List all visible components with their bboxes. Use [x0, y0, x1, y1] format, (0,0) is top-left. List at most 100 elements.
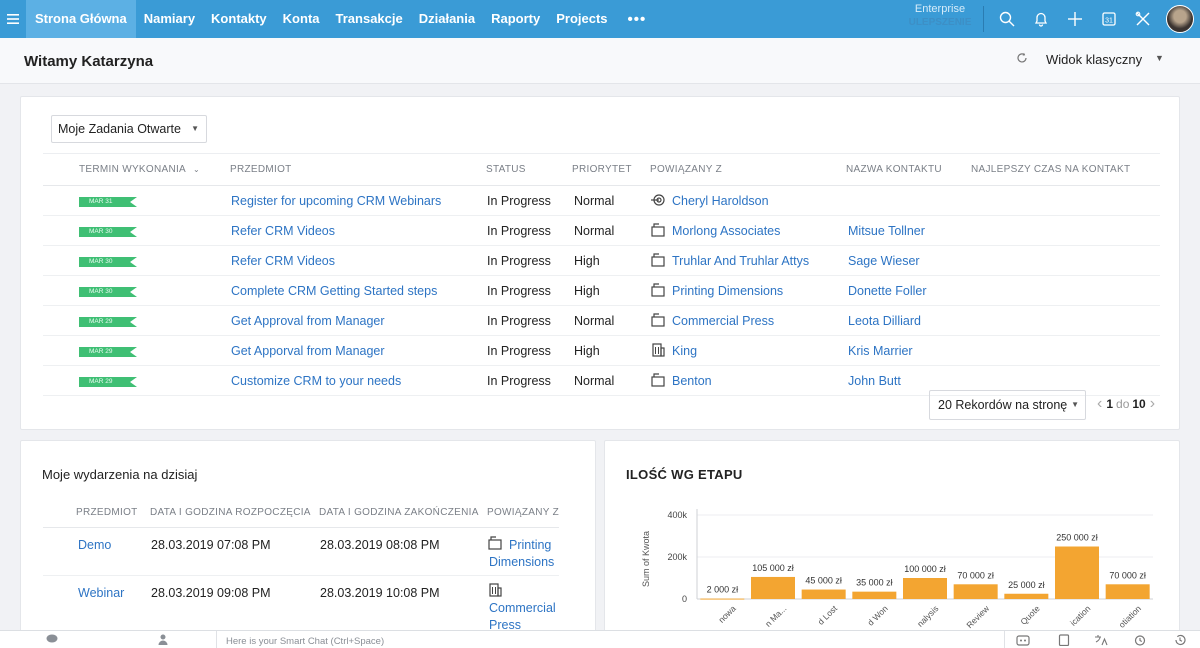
x-tick-label: Quote [1018, 603, 1042, 627]
col-best-time[interactable]: NAJLEPSZY CZAS NA KONTAKT [971, 164, 1130, 175]
x-tick-label: d Lost [816, 603, 840, 627]
notes-icon[interactable] [1058, 634, 1070, 648]
nav-contacts[interactable]: Kontakty [203, 0, 275, 38]
more-icon[interactable]: ••• [616, 11, 659, 28]
related-to-link[interactable]: Printing Dimensions [672, 284, 783, 298]
related-to-link[interactable]: Dimensions [489, 555, 554, 569]
contact-name-link[interactable]: Mitsue Tollner [848, 224, 925, 238]
events-table-header: PRZEDMIOT DATA I GODZINA ROZPOCZĘCIA DAT… [43, 498, 559, 528]
event-subject-link[interactable]: Demo [78, 538, 111, 552]
contact-name-link[interactable]: Leota Dilliard [848, 314, 921, 328]
next-page-icon[interactable]: › [1146, 396, 1159, 412]
nav-deals[interactable]: Transakcje [328, 0, 411, 38]
avatar[interactable] [1166, 5, 1194, 33]
sort-icon[interactable]: ⌄ [193, 165, 200, 174]
nav-home[interactable]: Strona Główna [26, 0, 136, 38]
stage-bar-chart: Sum of Kwota 0 200k 400k 2 000 zł nowa 105 000… [641, 509, 1153, 630]
table-row: Demo 28.03.2019 07:08 PM 28.03.2019 08:08 … [43, 528, 559, 576]
due-date-flag: MAR 30 [79, 287, 137, 297]
col-priority[interactable]: PRIORYTET [572, 164, 632, 175]
account-icon [650, 222, 666, 238]
chevron-down-icon[interactable]: ▼ [1155, 53, 1164, 63]
task-subject-link[interactable]: Get Apporval from Manager [231, 344, 385, 358]
task-subject-link[interactable]: Refer CRM Videos [231, 254, 335, 268]
task-subject-link[interactable]: Get Approval from Manager [231, 314, 385, 328]
translate-icon[interactable] [1094, 634, 1108, 648]
nav-leads[interactable]: Namiary [136, 0, 203, 38]
col-due-date[interactable]: TERMIN WYKONANIA [79, 164, 186, 175]
task-priority: Normal [574, 374, 615, 388]
related-to-link[interactable]: Printing [509, 538, 551, 552]
plus-icon[interactable] [1058, 0, 1092, 38]
upgrade-link[interactable]: ULEPSZENIE [906, 16, 974, 30]
account-icon [650, 372, 666, 388]
col-status[interactable]: STATUS [486, 164, 526, 175]
related-to-link[interactable]: Commercial Press [672, 314, 774, 328]
contact-name-link[interactable]: John Butt [848, 374, 901, 388]
task-status: In Progress [487, 194, 551, 208]
task-subject-link[interactable]: Complete CRM Getting Started steps [231, 284, 437, 298]
task-subject-link[interactable]: Refer CRM Videos [231, 224, 335, 238]
table-row: MAR 29 Get Apporval from Manager In Progre… [43, 336, 1160, 366]
records-per-page-label: 20 Rekordów na stronę [938, 398, 1068, 412]
bell-icon[interactable] [1024, 0, 1058, 38]
view-select[interactable]: Widok klasyczny [1046, 52, 1142, 67]
event-subject-link[interactable]: Webinar [78, 586, 124, 600]
contacts-icon[interactable] [158, 634, 168, 648]
related-to-link[interactable]: Benton [672, 374, 712, 388]
col-related-to[interactable]: POWIĄZANY Z [650, 164, 722, 175]
nav-accounts[interactable]: Konta [275, 0, 328, 38]
tasks-filter-dropdown[interactable]: Moje Zadania Otwarte ▼ [51, 115, 207, 143]
search-icon[interactable] [990, 0, 1024, 38]
tools-icon[interactable] [1126, 0, 1160, 38]
col-contact-name[interactable]: NAZWA KONTAKTU [846, 164, 942, 175]
smart-chat-input[interactable]: Here is your Smart Chat (Ctrl+Space) [226, 636, 384, 647]
task-status: In Progress [487, 344, 551, 358]
records-per-page-dropdown[interactable]: 20 Rekordów na stronę ▼ [929, 390, 1086, 420]
chat-icon[interactable] [46, 634, 58, 647]
bar-value-label: 250 000 zł [1056, 533, 1098, 543]
calendar-icon[interactable]: 31 [1092, 0, 1126, 38]
main-nav: Strona Główna Namiary Kontakty Konta Transak… [26, 0, 658, 38]
contact-name-link[interactable]: Donette Foller [848, 284, 927, 298]
table-row: MAR 30 Refer CRM Videos In Progress High Tru… [43, 246, 1160, 276]
refresh-icon[interactable] [1016, 52, 1028, 67]
col-subject[interactable]: PRZEDMIOT [76, 507, 138, 518]
building-icon [487, 582, 503, 598]
y-tick-label: 200k [667, 552, 687, 562]
task-priority: Normal [574, 224, 615, 238]
task-status: In Progress [487, 254, 551, 268]
bar-value-label: 2 000 zł [707, 585, 739, 595]
col-start[interactable]: DATA I GODZINA ROZPOCZĘCIA [150, 507, 311, 518]
contact-name-link[interactable]: Sage Wieser [848, 254, 920, 268]
related-to-link[interactable]: Commercial [489, 601, 556, 615]
related-to-link[interactable]: Cheryl Haroldson [672, 194, 769, 208]
tasks-filter-label: Moje Zadania Otwarte [58, 122, 181, 136]
contact-name-link[interactable]: Kris Marrier [848, 344, 913, 358]
event-start: 28.03.2019 09:08 PM [151, 586, 271, 600]
task-subject-link[interactable]: Customize CRM to your needs [231, 374, 401, 388]
due-date-flag: MAR 30 [79, 227, 137, 237]
menu-icon[interactable] [0, 0, 26, 38]
related-to-link[interactable]: Truhlar And Truhlar Attys [672, 254, 809, 268]
task-subject-link[interactable]: Register for upcoming CRM Webinars [231, 194, 441, 208]
event-end: 28.03.2019 10:08 PM [320, 586, 440, 600]
nav-activities[interactable]: Działania [411, 0, 483, 38]
history-icon[interactable] [1174, 634, 1186, 648]
related-to-link[interactable]: Morlong Associates [672, 224, 780, 238]
related-to-link[interactable]: King [672, 344, 697, 358]
x-tick-label: nowa [716, 603, 738, 625]
page-to: 10 [1132, 397, 1146, 411]
due-date-flag: MAR 30 [79, 257, 137, 267]
prev-page-icon[interactable]: ‹ [1093, 396, 1106, 412]
nav-projects[interactable]: Projects [548, 0, 615, 38]
bot-icon[interactable] [1016, 634, 1030, 648]
alarm-icon[interactable] [1134, 634, 1146, 648]
col-subject[interactable]: PRZEDMIOT [230, 164, 292, 175]
col-related-to[interactable]: POWIĄZANY Z [487, 507, 559, 518]
col-end[interactable]: DATA I GODZINA ZAKOŃCZENIA [319, 507, 479, 518]
nav-reports[interactable]: Raporty [483, 0, 548, 38]
tasks-table-header: TERMIN WYKONANIA ⌄ PRZEDMIOT STATUS PRIO… [43, 153, 1160, 186]
bar-value-label: 25 000 zł [1008, 580, 1045, 590]
chart-bar [751, 576, 795, 599]
